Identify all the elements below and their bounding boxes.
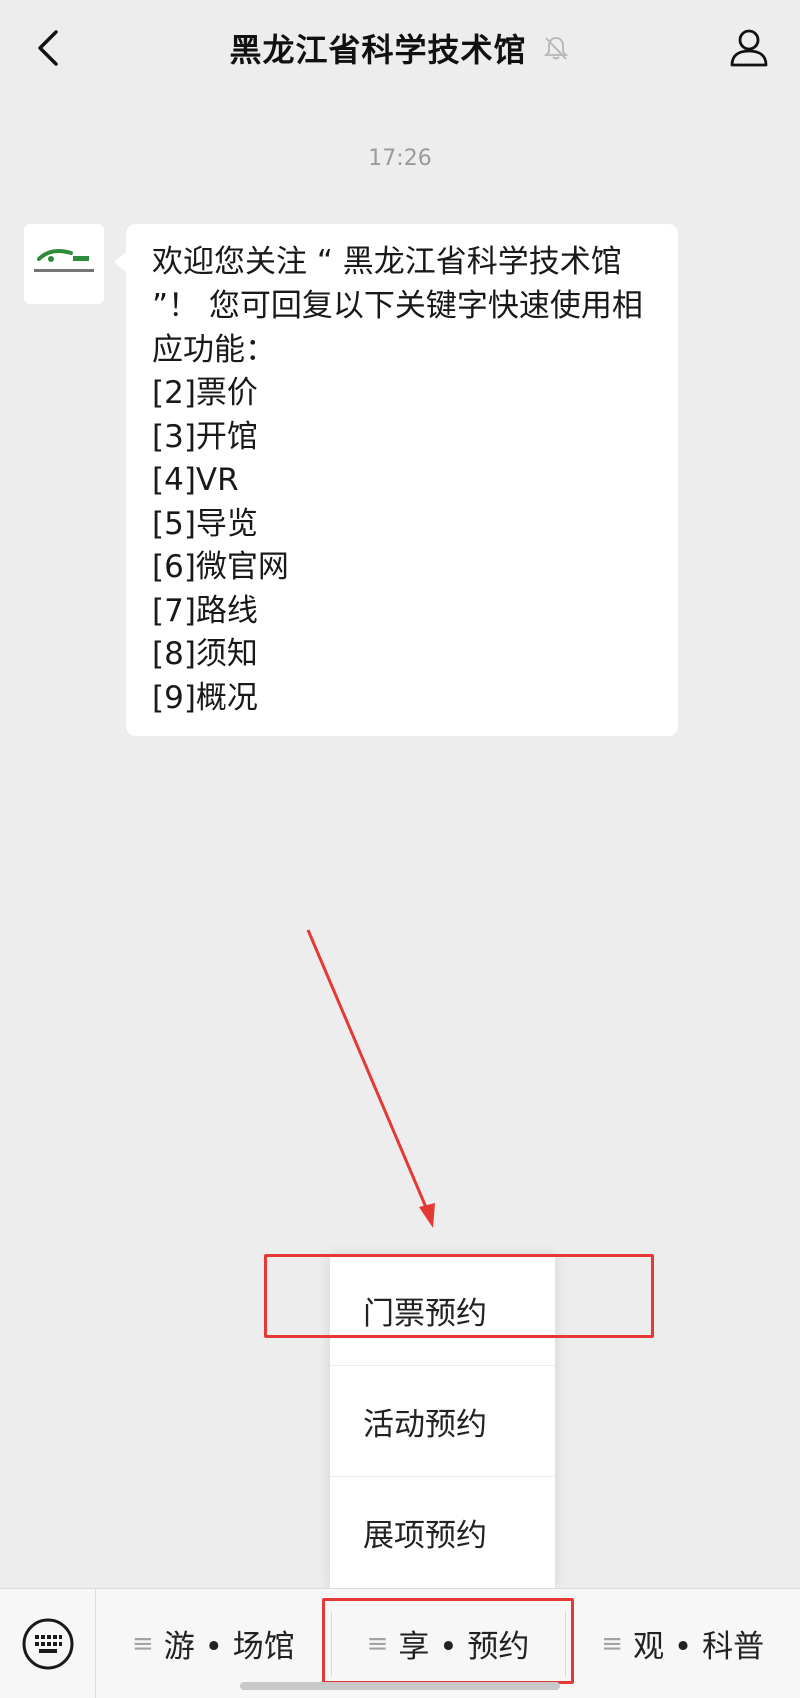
submenu-item-exhibit-booking[interactable]: 展项预约 <box>330 1477 555 1588</box>
keyword-item: [9]概况 <box>152 679 258 716</box>
home-indicator <box>240 1682 560 1690</box>
keyboard-toggle-button[interactable] <box>0 1588 96 1698</box>
submenu-item-activity-booking[interactable]: 活动预约 <box>330 1366 555 1477</box>
menu-lines-icon: ≡ <box>601 1628 624 1659</box>
back-button[interactable] <box>24 24 72 72</box>
account-avatar[interactable] <box>24 224 104 304</box>
keyword-item: [2]票价 <box>152 375 258 411</box>
message-timestamp: 17:26 <box>368 146 432 171</box>
welcome-message-bubble: 欢迎您关注 “ 黑龙江省科学技术馆 ”！ 您可回复以下关键字快速使用相应功能： … <box>114 224 678 736</box>
profile-button[interactable] <box>724 22 774 72</box>
keyword-item: [6]微官网 <box>152 549 289 585</box>
keyword-item: [5]导览 <box>152 505 258 542</box>
person-icon <box>730 29 768 67</box>
bottom-tab-label: 游 • 场馆 <box>163 1629 295 1665</box>
keyword-item: [7]路线 <box>152 592 258 629</box>
museum-logo-icon <box>34 249 94 272</box>
chat-title: 黑龙江省科学技术馆 <box>229 31 527 69</box>
chat-header: 黑龙江省科学技术馆 <box>0 0 800 96</box>
keyword-item: [3]开馆 <box>152 418 258 455</box>
annotation-tab-highlight-box <box>322 1598 574 1684</box>
keyword-item: [8]须知 <box>152 636 258 672</box>
back-arrow-icon <box>38 30 58 66</box>
menu-lines-icon: ≡ <box>131 1628 154 1659</box>
welcome-text: 欢迎您关注 “ 黑龙江省科学技术馆 ”！ 您可回复以下关键字快速使用相应功能： <box>152 244 643 368</box>
annotation-highlight-box <box>264 1254 654 1338</box>
bottom-tab-science[interactable]: ≡ 观 • 科普 <box>565 1589 800 1698</box>
bottom-tab-label: 观 • 科普 <box>633 1629 765 1665</box>
keyword-item: [4]VR <box>152 462 239 498</box>
keyboard-icon <box>22 1618 73 1669</box>
mute-bell-icon <box>543 37 568 60</box>
